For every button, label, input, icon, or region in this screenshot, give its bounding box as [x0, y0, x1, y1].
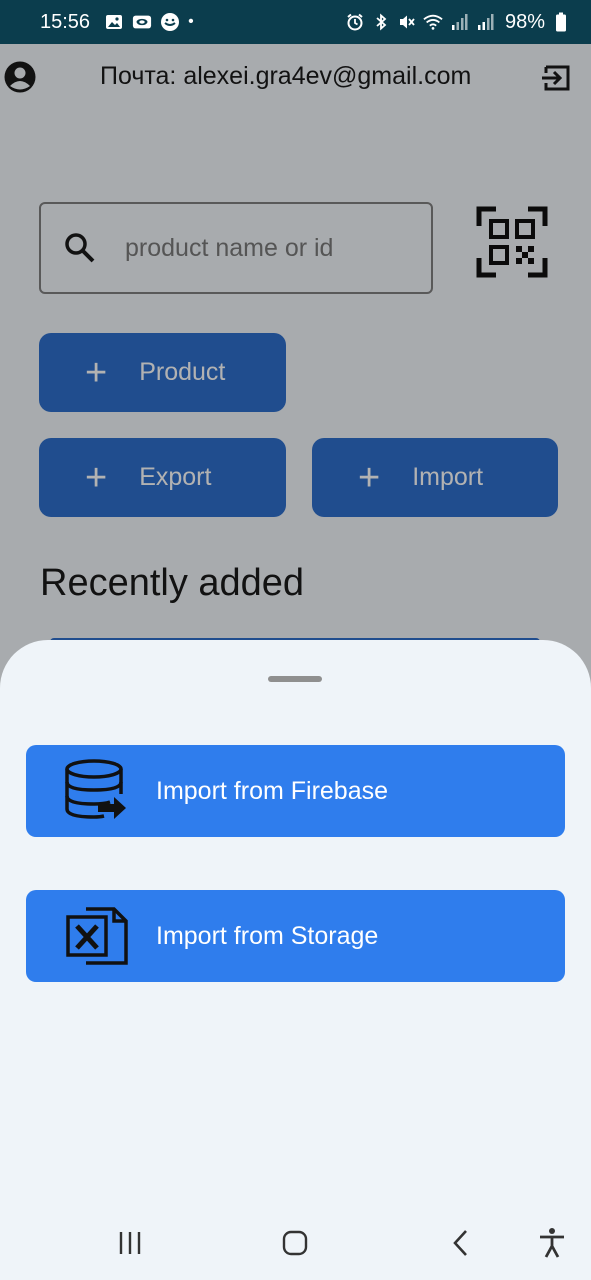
import-from-firebase-label: Import from Firebase — [156, 776, 389, 805]
import-from-storage-button[interactable]: Import from Storage — [26, 890, 565, 982]
system-nav-bar — [0, 1204, 591, 1280]
database-icon — [64, 758, 130, 824]
excel-file-icon — [64, 903, 130, 969]
back-icon[interactable] — [444, 1226, 478, 1260]
gallery-icon — [104, 12, 124, 32]
home-icon[interactable] — [278, 1226, 312, 1260]
import-from-storage-label: Import from Storage — [156, 921, 379, 950]
status-bar: 15:56 • 98% — [0, 0, 591, 44]
import-from-firebase-button[interactable]: Import from Firebase — [26, 745, 565, 837]
import-bottom-sheet: Import from Firebase Import from Storage — [0, 640, 591, 1280]
wifi-icon — [423, 12, 443, 32]
sheet-drag-handle[interactable] — [268, 676, 322, 682]
battery-percent: 98% — [504, 10, 545, 33]
mute-icon — [397, 12, 417, 32]
accessibility-icon[interactable] — [535, 1226, 569, 1260]
bluetooth-icon — [371, 12, 391, 32]
camera-icon — [132, 12, 152, 32]
alarm-icon — [345, 12, 365, 32]
notification-dot: • — [188, 13, 194, 30]
signal-icon — [449, 12, 469, 32]
status-time: 15:56 — [40, 10, 91, 33]
chat-icon — [160, 12, 180, 32]
battery-icon — [551, 12, 571, 32]
signal-icon — [475, 12, 495, 32]
recents-icon[interactable] — [113, 1226, 147, 1260]
